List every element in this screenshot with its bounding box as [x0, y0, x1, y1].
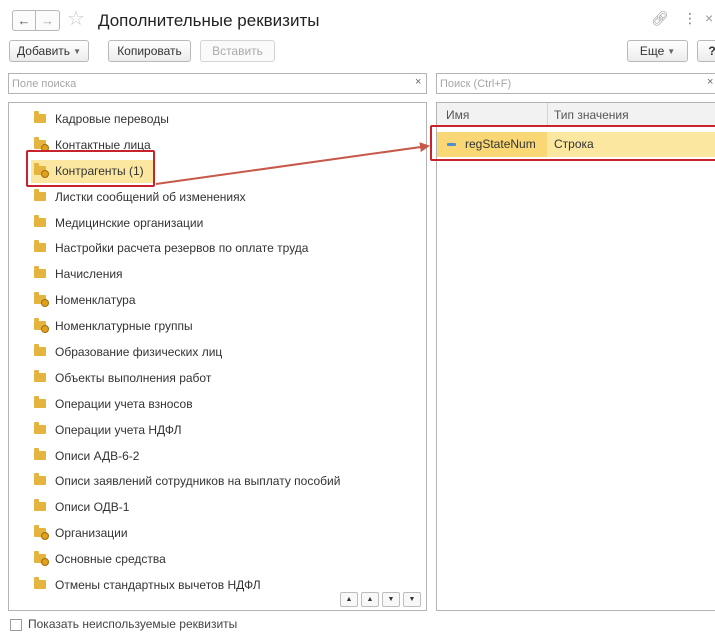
tree-item-label: Медицинские организации: [55, 215, 204, 230]
tree-item-label: Организации: [55, 526, 128, 541]
copy-button-label: Копировать: [117, 44, 182, 58]
paste-button-label: Вставить: [212, 44, 263, 58]
folder-icon: [34, 421, 46, 434]
folder-icon: [34, 577, 46, 590]
scroll-bottom-button[interactable]: ▼: [403, 592, 421, 607]
column-header-type[interactable]: Тип значения: [554, 108, 629, 122]
help-button-label: ?: [708, 44, 715, 58]
folder-icon: [34, 344, 46, 357]
more-icon[interactable]: ⋮: [683, 10, 697, 27]
column-divider: [547, 103, 548, 127]
add-button[interactable]: Добавить ▼: [9, 40, 89, 62]
folder-icon: [34, 447, 46, 460]
tree-item-label: Операции учета НДФЛ: [55, 422, 182, 437]
highlight-box-row: [430, 125, 715, 161]
scroll-down-button[interactable]: ▼: [382, 592, 400, 607]
tree-item-label: Начисления: [55, 267, 123, 282]
props-search-box: ×: [436, 73, 715, 94]
scroll-top-button[interactable]: ▲: [340, 592, 358, 607]
tree-item[interactable]: Листки сообщений об изменениях: [9, 185, 426, 211]
add-button-label: Добавить: [17, 44, 71, 58]
link-icon[interactable]: 🔗︎: [651, 10, 669, 27]
highlight-box-tree: [26, 150, 155, 187]
tree-item-label: Настройки расчета резервов по оплате тру…: [55, 241, 309, 256]
tree-item[interactable]: Организации: [9, 521, 426, 547]
tree-item-label: Отмены стандартных вычетов НДФЛ: [55, 578, 261, 593]
chevron-down-icon: ▼: [667, 47, 676, 56]
tree-item-label: Описи ОДВ-1: [55, 500, 130, 515]
table-header: Имя Тип значения: [437, 103, 715, 127]
clear-icon[interactable]: ×: [415, 76, 421, 88]
more-menu-button[interactable]: Еще ▼: [627, 40, 688, 62]
folder-icon: [34, 473, 46, 486]
folder-icon: [34, 525, 49, 541]
back-button[interactable]: ←: [12, 10, 36, 31]
column-header-name[interactable]: Имя: [446, 108, 469, 122]
properties-table: Имя Тип значения regStateNum Строка: [436, 102, 715, 611]
tree-item-label: Описи АДВ-6-2: [55, 448, 140, 463]
clear-icon[interactable]: ×: [707, 76, 713, 88]
folder-icon: [34, 369, 46, 382]
tree-item-label: Основные средства: [55, 552, 166, 567]
tree-item[interactable]: Номенклатурные группы: [9, 314, 426, 340]
tree-item[interactable]: Настройки расчета резервов по оплате тру…: [9, 236, 426, 262]
tree-item-label: Листки сообщений об изменениях: [55, 189, 246, 204]
folder-icon: [34, 188, 46, 201]
paste-button[interactable]: Вставить: [200, 40, 275, 62]
more-button-label: Еще: [639, 44, 665, 58]
tree-scroll-buttons: ▲ ▲ ▼ ▼: [340, 592, 424, 608]
help-button[interactable]: ?: [697, 40, 715, 62]
folder-icon: [34, 266, 46, 279]
folder-icon: [34, 214, 46, 227]
tree-item[interactable]: Описи АДВ-6-2: [9, 444, 426, 470]
tree-item[interactable]: Описи заявлений сотрудников на выплату п…: [9, 469, 426, 495]
tree-item[interactable]: Образование физических лиц: [9, 340, 426, 366]
folder-icon: [34, 395, 46, 408]
tree-search-box: ×: [8, 73, 427, 94]
tree-item[interactable]: Номенклатура: [9, 288, 426, 314]
tree-search-input[interactable]: [9, 74, 409, 93]
tree-item-label: Номенклатурные группы: [55, 319, 193, 334]
star-icon[interactable]: ☆: [67, 7, 85, 31]
tree-item[interactable]: Кадровые переводы: [9, 107, 426, 133]
show-unused-label[interactable]: Показать неиспользуемые реквизиты: [28, 617, 237, 631]
tree-item-label: Описи заявлений сотрудников на выплату п…: [55, 474, 341, 489]
close-icon[interactable]: ×: [705, 10, 713, 26]
copy-button[interactable]: Копировать: [108, 40, 191, 62]
toolbar: Добавить ▼ Копировать Вставить Еще ▼ ?: [0, 40, 715, 66]
folder-icon: [34, 240, 46, 253]
props-search-input[interactable]: [437, 74, 707, 93]
tree-item-label: Кадровые переводы: [55, 112, 169, 126]
tree-item[interactable]: Медицинские организации: [9, 211, 426, 237]
tree-item-label: Операции учета взносов: [55, 396, 193, 411]
tree-item[interactable]: Начисления: [9, 262, 426, 288]
folder-icon: [34, 551, 49, 567]
folder-icon: [34, 499, 46, 512]
folder-icon: [34, 136, 49, 152]
show-unused-checkbox[interactable]: [10, 619, 22, 631]
tree-item-label: Образование физических лиц: [55, 345, 223, 360]
forward-button[interactable]: →: [36, 10, 60, 31]
tree-item[interactable]: Объекты выполнения работ: [9, 366, 426, 392]
folder-icon: [34, 318, 49, 334]
tree-item-label: Номенклатура: [55, 293, 136, 308]
tree-item[interactable]: Основные средства: [9, 547, 426, 573]
tree-item[interactable]: Описи ОДВ-1: [9, 495, 426, 521]
window-titlebar: ← → ☆ Дополнительные реквизиты 🔗︎ ⋮ ×: [0, 0, 715, 38]
tree-item-label: Объекты выполнения работ: [55, 370, 212, 385]
tree-item[interactable]: Операции учета НДФЛ: [9, 418, 426, 444]
chevron-down-icon: ▼: [73, 47, 81, 56]
tree-item[interactable]: Операции учета взносов: [9, 392, 426, 418]
page-title: Дополнительные реквизиты: [98, 11, 320, 30]
folder-icon: [34, 292, 49, 308]
folder-icon: [34, 111, 46, 123]
scroll-up-button[interactable]: ▲: [361, 592, 379, 607]
